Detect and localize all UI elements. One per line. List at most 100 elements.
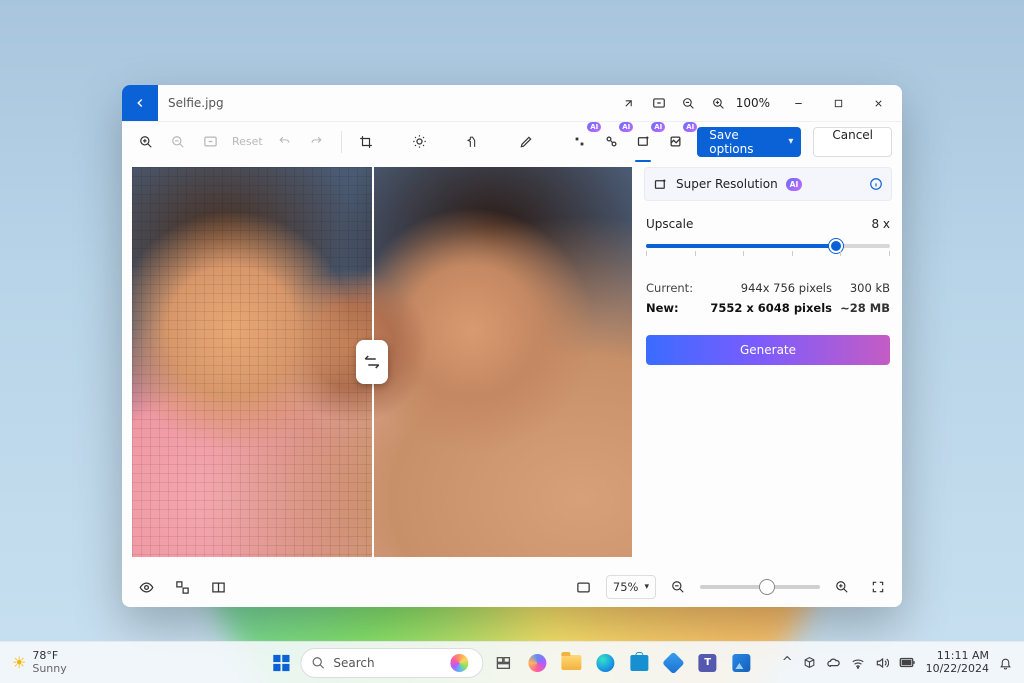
restyle-tool[interactable]: AI xyxy=(661,128,689,156)
zoom-out-tool[interactable] xyxy=(164,128,192,156)
pencil-icon xyxy=(519,135,533,149)
toolbar-divider xyxy=(341,131,342,153)
titlebar: Selfie.jpg 100% xyxy=(122,85,902,121)
back-button[interactable] xyxy=(122,85,158,121)
chevron-down-icon: ▾ xyxy=(644,582,649,592)
taskbar-clock[interactable]: 11:11 AM 10/22/2024 xyxy=(926,650,989,674)
upscale-slider[interactable] xyxy=(646,235,890,259)
pinned-app-button[interactable] xyxy=(660,649,688,677)
reset-button[interactable]: Reset xyxy=(228,135,267,148)
photos-app-button[interactable] xyxy=(728,649,756,677)
close-icon xyxy=(873,98,884,109)
undo-icon xyxy=(278,135,291,148)
super-resolution-tool[interactable]: AI xyxy=(629,128,657,156)
fit-canvas-button[interactable] xyxy=(570,573,598,601)
window-minimize-button[interactable] xyxy=(778,88,818,118)
info-button[interactable] xyxy=(869,177,883,191)
window-maximize-button[interactable] xyxy=(818,88,858,118)
zoom-in-title-button[interactable] xyxy=(704,88,734,118)
image-canvas[interactable] xyxy=(132,167,632,557)
chevron-down-icon: ▾ xyxy=(788,136,793,147)
folder-icon xyxy=(562,655,582,670)
weather-widget[interactable]: ☀ 78°F Sunny xyxy=(12,650,67,674)
notifications-button[interactable] xyxy=(999,656,1012,670)
explorer-button[interactable] xyxy=(558,649,586,677)
dimension-info: Current: 944x 756 pixels 300 kB New: 755… xyxy=(646,281,890,321)
crop-icon xyxy=(359,135,373,149)
aspect-tool[interactable] xyxy=(196,128,224,156)
zoom-in-tool[interactable] xyxy=(132,128,160,156)
task-view-button[interactable] xyxy=(490,649,518,677)
arrow-left-icon xyxy=(133,96,147,110)
ai-badge: AI xyxy=(786,178,803,191)
low-res-overlay xyxy=(132,167,372,557)
redo-button[interactable] xyxy=(303,128,331,156)
search-placeholder: Search xyxy=(333,656,374,670)
layers-icon xyxy=(175,580,190,595)
save-options-button[interactable]: Save options ▾ xyxy=(697,127,801,157)
open-external-button[interactable] xyxy=(614,88,644,118)
crop-tool[interactable] xyxy=(352,128,380,156)
markup-tool[interactable] xyxy=(512,128,540,156)
footer-zoom-out[interactable] xyxy=(664,573,692,601)
task-view-icon xyxy=(496,655,512,671)
fit-window-button[interactable] xyxy=(644,88,674,118)
search-icon xyxy=(311,656,325,670)
battery-icon[interactable] xyxy=(899,657,916,668)
new-size: ~28 MB xyxy=(832,301,890,315)
new-label: New: xyxy=(646,301,702,315)
zoom-slider[interactable] xyxy=(700,577,820,597)
zoom-in-icon xyxy=(139,135,153,149)
onedrive-icon[interactable] xyxy=(826,657,841,668)
bg-remove-icon xyxy=(604,134,619,149)
fit-icon xyxy=(652,97,666,109)
store-icon xyxy=(631,655,649,671)
sun-icon: ☀ xyxy=(12,654,26,672)
current-label: Current: xyxy=(646,281,702,295)
panel-title: Super Resolution xyxy=(676,177,778,191)
split-icon xyxy=(211,581,226,594)
tray-chevron-icon[interactable]: ^ xyxy=(782,655,793,670)
copilot-button[interactable] xyxy=(524,649,552,677)
filter-tool[interactable] xyxy=(458,128,486,156)
sparkle-erase-icon xyxy=(572,134,587,149)
split-view-button[interactable] xyxy=(204,573,232,601)
visibility-button[interactable] xyxy=(132,573,160,601)
layers-button[interactable] xyxy=(168,573,196,601)
window-close-button[interactable] xyxy=(858,88,898,118)
zoom-out-title-button[interactable] xyxy=(674,88,704,118)
taskbar-search[interactable]: Search xyxy=(300,648,483,678)
undo-button[interactable] xyxy=(271,128,299,156)
clock-time: 11:11 AM xyxy=(926,650,989,662)
comparison-handle[interactable] xyxy=(356,340,388,384)
generate-button[interactable]: Generate xyxy=(646,335,890,365)
wifi-icon[interactable] xyxy=(851,657,865,669)
ai-badge: AI xyxy=(683,122,697,132)
super-res-icon xyxy=(653,177,668,192)
cancel-button[interactable]: Cancel xyxy=(813,127,892,157)
weather-temp: 78°F xyxy=(32,650,66,662)
file-name: Selfie.jpg xyxy=(168,96,224,110)
zoom-select[interactable]: 75% ▾ xyxy=(606,575,656,599)
zoom-in-icon xyxy=(835,580,849,594)
content-area: Super Resolution AI Upscale 8 x Current: xyxy=(122,161,902,567)
footer-zoom-in[interactable] xyxy=(828,573,856,601)
maximize-icon xyxy=(833,98,844,109)
volume-icon[interactable] xyxy=(875,656,889,670)
current-dimensions: 944x 756 pixels xyxy=(702,281,832,295)
super-resolution-panel: Super Resolution AI Upscale 8 x Current: xyxy=(644,167,892,557)
edge-button[interactable] xyxy=(592,649,620,677)
tray-box-icon[interactable] xyxy=(803,656,816,669)
edit-toolbar: Reset AI AI xyxy=(122,121,902,161)
start-button[interactable] xyxy=(268,650,294,676)
store-button[interactable] xyxy=(626,649,654,677)
fullscreen-button[interactable] xyxy=(864,573,892,601)
teams-button[interactable]: T xyxy=(694,649,722,677)
adjust-tool[interactable] xyxy=(405,128,433,156)
clock-date: 10/22/2024 xyxy=(926,663,989,675)
erase-tool[interactable]: AI xyxy=(565,128,593,156)
background-remove-tool[interactable]: AI xyxy=(597,128,625,156)
zoom-slider-thumb[interactable] xyxy=(759,579,775,595)
restyle-icon xyxy=(668,134,683,149)
weather-condition: Sunny xyxy=(32,663,66,675)
